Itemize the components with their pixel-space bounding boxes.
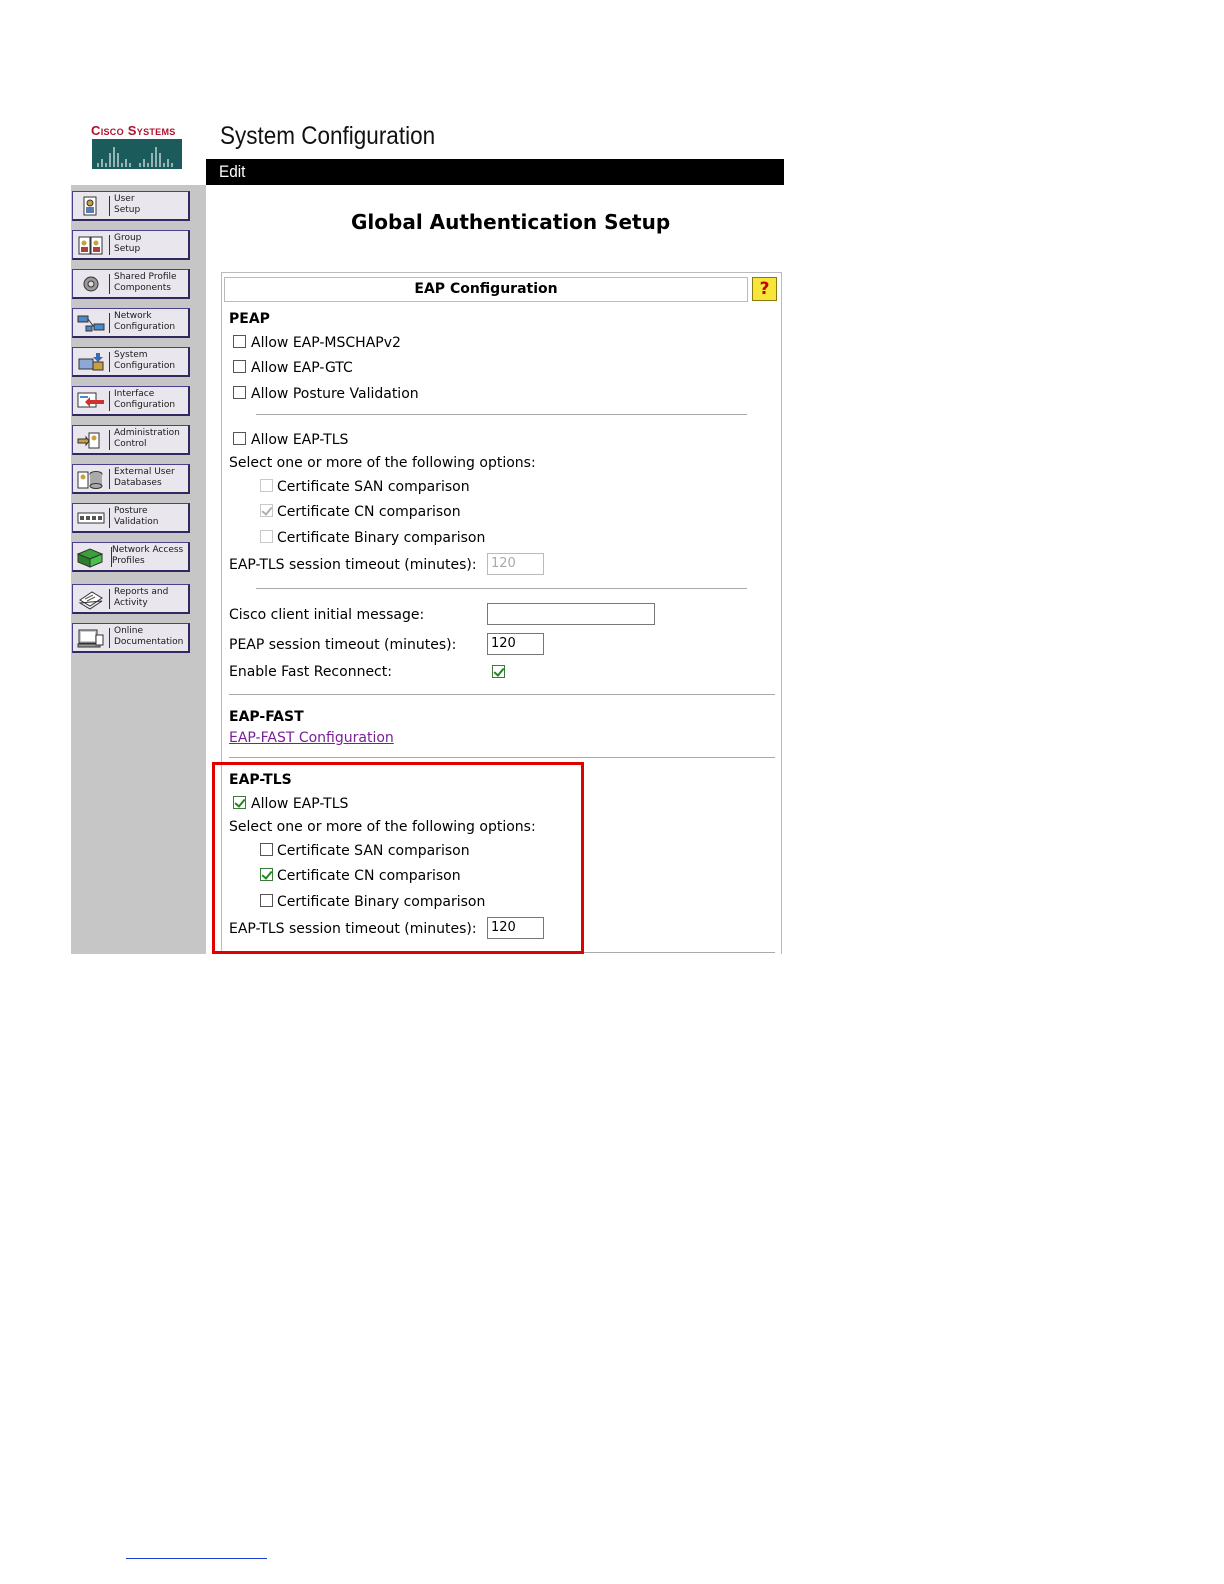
sidebar-item-label: Group Setup	[114, 233, 142, 254]
sidebar-item-posture-validation[interactable]: Posture Validation	[72, 503, 190, 533]
allow-posture-validation-checkbox[interactable]	[233, 386, 246, 399]
divider	[256, 588, 747, 589]
shared-profile-icon	[83, 276, 99, 292]
sidebar-item-administration-control[interactable]: Administration Control	[72, 425, 190, 455]
peap-binary-label: Certificate Binary comparison	[277, 530, 486, 546]
peap-cn-checkbox[interactable]	[260, 504, 273, 517]
divider	[229, 757, 775, 758]
sidebar: User Setup Group Setup Shared Profile Co…	[71, 185, 206, 954]
fast-reconnect-label: Enable Fast Reconnect:	[229, 664, 392, 680]
peap-binary-checkbox[interactable]	[260, 530, 273, 543]
group-setup-icon	[78, 236, 103, 255]
sidebar-item-system-configuration[interactable]: System Configuration	[72, 347, 190, 377]
peap-allow-eap-tls-checkbox[interactable]	[233, 432, 246, 445]
peap-timeout-label: PEAP session timeout (minutes):	[229, 637, 457, 653]
cisco-client-message-label: Cisco client initial message:	[229, 607, 425, 623]
footnote-separator	[126, 1558, 267, 1559]
content-title: Global Authentication Setup	[351, 210, 671, 234]
sidebar-item-label: Administration Control	[114, 428, 180, 449]
allow-eap-mschapv2-checkbox[interactable]	[233, 335, 246, 348]
sidebar-item-user-setup[interactable]: User Setup	[72, 191, 190, 221]
sidebar-item-online-documentation[interactable]: Online Documentation	[72, 623, 190, 653]
sidebar-item-network-access-profiles[interactable]: Network Access Profiles	[72, 542, 190, 572]
sidebar-item-group-setup[interactable]: Group Setup	[72, 230, 190, 260]
system-configuration-icon	[78, 353, 104, 371]
sidebar-item-label: User Setup	[114, 194, 141, 215]
allow-eap-gtc-checkbox[interactable]	[233, 360, 246, 373]
peap-cn-label: Certificate CN comparison	[277, 504, 461, 520]
network-access-profiles-icon	[76, 548, 104, 568]
edit-bar: Edit	[206, 159, 784, 185]
panel-header: EAP Configuration	[224, 277, 748, 302]
sidebar-item-label: Posture Validation	[114, 506, 159, 527]
posture-validation-icon	[77, 512, 105, 524]
sidebar-item-interface-configuration[interactable]: Interface Configuration	[72, 386, 190, 416]
sidebar-item-label: Shared Profile Components	[114, 272, 177, 293]
eap-fast-configuration-link[interactable]: EAP-FAST Configuration	[229, 730, 394, 746]
interface-configuration-icon	[77, 392, 104, 408]
sidebar-item-external-user-databases[interactable]: External User Databases	[72, 464, 190, 494]
brand-name: Cisco Systems	[91, 123, 176, 138]
allow-posture-validation-label: Allow Posture Validation	[251, 386, 419, 402]
help-icon[interactable]: ?	[752, 277, 777, 301]
sidebar-item-shared-profile-components[interactable]: Shared Profile Components	[72, 269, 190, 299]
eap-tls-highlight-box	[212, 762, 584, 954]
page-title: System Configuration	[220, 122, 436, 150]
sidebar-item-network-configuration[interactable]: Network Configuration	[72, 308, 190, 338]
sidebar-item-label: Reports and Activity	[114, 587, 169, 608]
cisco-bridge-icon	[92, 139, 182, 169]
peap-heading: PEAP	[229, 311, 270, 327]
sidebar-item-label: Network Configuration	[114, 311, 176, 332]
administration-control-icon	[77, 432, 100, 449]
sidebar-item-label: Interface Configuration	[114, 389, 176, 410]
peap-timeout-input[interactable]: 120	[487, 633, 544, 655]
sidebar-item-reports-and-activity[interactable]: Reports and Activity	[72, 584, 190, 614]
edit-label: Edit	[219, 162, 246, 181]
network-configuration-icon	[77, 315, 105, 332]
reports-activity-icon	[78, 591, 103, 610]
external-user-databases-icon	[77, 471, 103, 489]
allow-eap-mschapv2-label: Allow EAP-MSCHAPv2	[251, 335, 401, 351]
peap-options-label: Select one or more of the following opti…	[229, 455, 536, 471]
cisco-client-message-input[interactable]	[487, 603, 655, 625]
peap-san-checkbox[interactable]	[260, 479, 273, 492]
peap-allow-eap-tls-label: Allow EAP-TLS	[251, 432, 349, 448]
peap-tls-timeout-input[interactable]: 120	[487, 553, 544, 575]
allow-eap-gtc-label: Allow EAP-GTC	[251, 360, 353, 376]
fast-reconnect-checkbox[interactable]	[492, 665, 505, 678]
online-documentation-icon	[77, 629, 104, 648]
sidebar-item-label: Network Access Profiles	[112, 545, 184, 566]
peap-san-label: Certificate SAN comparison	[277, 479, 470, 495]
peap-tls-timeout-label: EAP-TLS session timeout (minutes):	[229, 557, 477, 573]
divider	[584, 952, 775, 953]
sidebar-item-label: System Configuration	[114, 350, 176, 371]
eap-fast-heading: EAP-FAST	[229, 709, 304, 725]
cisco-logo: Cisco Systems	[91, 123, 183, 171]
sidebar-item-label: External User Databases	[114, 467, 175, 488]
divider	[229, 694, 775, 695]
divider	[256, 414, 747, 415]
user-setup-icon	[83, 196, 97, 216]
panel-title: EAP Configuration	[414, 281, 558, 297]
sidebar-item-label: Online Documentation	[114, 626, 184, 647]
